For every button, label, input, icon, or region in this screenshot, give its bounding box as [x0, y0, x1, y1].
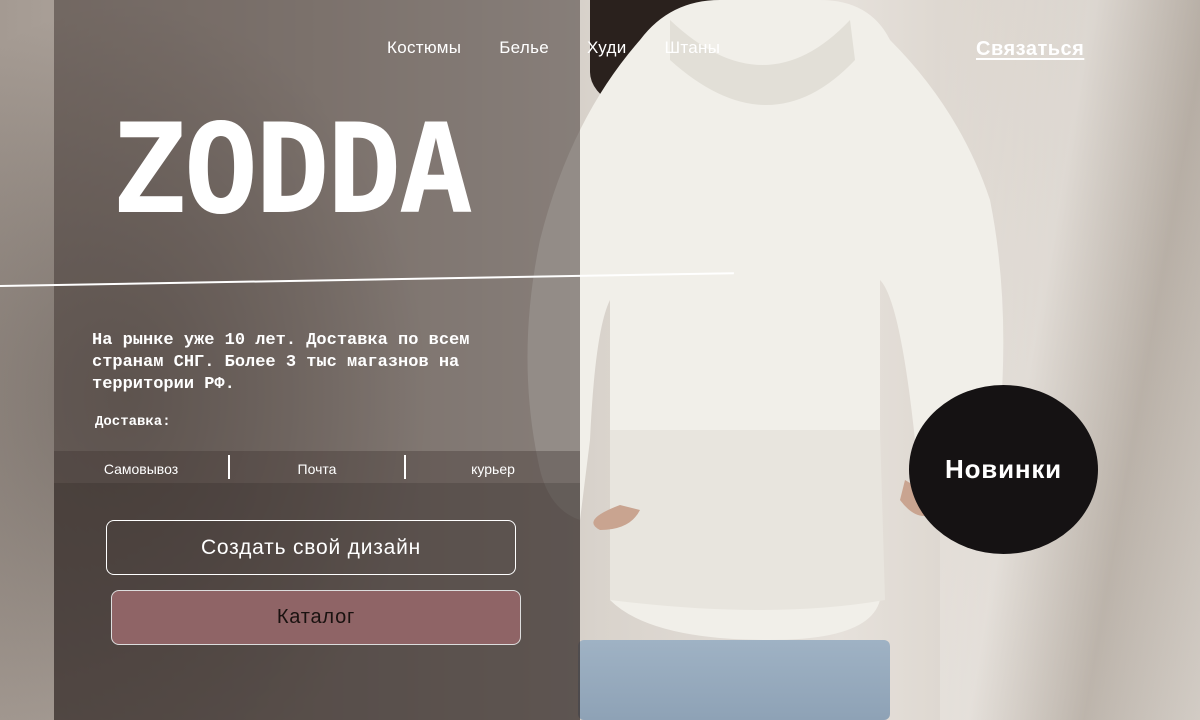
main-nav: Костюмы Белье Худи Штаны	[387, 38, 758, 58]
nav-item-pants[interactable]: Штаны	[665, 38, 721, 58]
hero-description: На рынке уже 10 лет. Доставка по всем ст…	[92, 331, 470, 394]
nav-item-suits[interactable]: Костюмы	[387, 38, 461, 58]
delivery-option-pickup[interactable]: Самовывоз	[54, 455, 228, 479]
contact-link[interactable]: Связаться	[976, 38, 1084, 61]
delivery-options: Самовывоз Почта курьер	[54, 451, 580, 483]
nav-item-underwear[interactable]: Белье	[499, 38, 549, 58]
new-items-button[interactable]: Новинки	[909, 385, 1098, 554]
nav-item-hoodies[interactable]: Худи	[587, 38, 627, 58]
hoodie-illustration	[527, 0, 1004, 640]
create-design-button[interactable]: Создать свой дизайн	[106, 520, 516, 575]
brand-logo: ZODDA	[112, 98, 473, 242]
catalog-button[interactable]: Каталог	[111, 590, 521, 645]
delivery-label: Доставка:	[95, 414, 171, 430]
model-jeans	[578, 640, 890, 720]
delivery-option-courier[interactable]: курьер	[404, 455, 580, 479]
delivery-option-post[interactable]: Почта	[228, 455, 404, 479]
